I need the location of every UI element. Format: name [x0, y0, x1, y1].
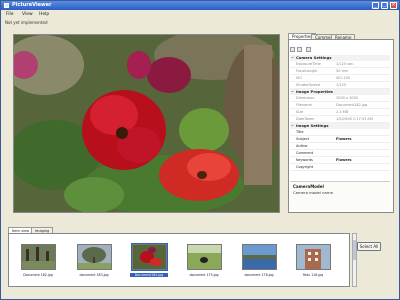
main-image[interactable] [13, 34, 280, 213]
description-text: Camera model name [293, 190, 333, 195]
vertical-scrollbar[interactable] [352, 233, 357, 287]
thumbnail-item[interactable]: document 175.jpg [185, 240, 223, 284]
property-row[interactable]: ISO ISO-100 [290, 75, 390, 82]
select-all-button[interactable]: Select All [357, 242, 381, 251]
building-thumbnail-icon [296, 244, 331, 270]
property-row[interactable]: DateTaken 1/4/2006 2:17:53 AM [290, 116, 390, 123]
thumbnail-item[interactable]: Rotu 116.jpg [294, 240, 332, 284]
menu-help[interactable]: Help [39, 12, 49, 18]
application-window: PictureViewer _ □ × File View Help Not y… [0, 0, 400, 300]
property-row[interactable]: Comment [290, 150, 390, 157]
property-row[interactable]: Author [290, 143, 390, 150]
thumbnail-list: Document 182.jpg document 183.jpg Docume… [8, 233, 350, 287]
property-row[interactable]: Copyright [290, 164, 390, 171]
close-button[interactable]: × [390, 2, 397, 9]
minimize-button[interactable]: _ [372, 2, 379, 9]
window-title: PictureViewer [12, 2, 52, 8]
menu-view[interactable]: View [22, 12, 33, 18]
thumbnail-panel: Item view Imaging Document 182.jpg docum… [8, 227, 390, 289]
thumbnail-item[interactable]: document 176.jpg [240, 240, 278, 284]
property-row[interactable]: Filename Document182.jpg [290, 102, 390, 109]
property-row[interactable]: Subject Flowers [290, 136, 390, 143]
forest-thumbnail-icon [21, 244, 56, 270]
status-text: Not yet implemented [5, 20, 48, 25]
scrollbar-thumb[interactable] [353, 240, 356, 260]
categorized-icon[interactable] [290, 47, 295, 52]
property-row[interactable]: Title [290, 129, 390, 136]
flower-thumbnail-icon [131, 243, 168, 271]
thumbnail-item[interactable]: document 183.jpg [75, 240, 113, 284]
property-row[interactable]: Dimension 3000 x 2000 [290, 95, 390, 102]
property-description: CameraModel Camera model name [290, 181, 390, 210]
title-bar[interactable]: PictureViewer _ □ × [1, 1, 399, 10]
thumbnail-item[interactable]: Document184.jpg [130, 240, 168, 284]
property-pages-icon[interactable] [306, 47, 311, 52]
thumbnail-label: document 183.jpg [79, 273, 109, 277]
property-row[interactable]: FocalLength 50 mm [290, 68, 390, 75]
tree-thumbnail-icon [77, 244, 112, 270]
thumbnail-label: Document 182.jpg [23, 273, 53, 277]
dog-thumbnail-icon [187, 244, 222, 270]
property-grid: − Camera Settings ExposureTime 1/125 sec. … [290, 55, 390, 171]
property-row[interactable]: Keywords Flowers [290, 157, 390, 164]
alphabetical-icon[interactable] [297, 47, 302, 52]
lake-thumbnail-icon [242, 244, 277, 270]
thumbnail-label: document 176.jpg [244, 273, 274, 277]
flower-photo-icon [14, 35, 279, 212]
property-row[interactable]: ExposureTime 1/125 sec. [290, 61, 390, 68]
maximize-button[interactable]: □ [381, 2, 388, 9]
thumbnail-label: Rotu 116.jpg [302, 273, 324, 277]
property-row[interactable]: Size 2.4 MB [290, 109, 390, 116]
property-row[interactable]: ShutterSpeed 1/125 [290, 82, 390, 89]
thumbnail-label: document 175.jpg [189, 273, 219, 277]
description-title: CameraModel [293, 184, 324, 189]
thumbnail-label: Document184.jpg [130, 273, 168, 277]
menu-file[interactable]: File [6, 12, 14, 18]
menu-bar: File View Help [1, 11, 399, 19]
app-icon [4, 3, 9, 8]
thumbnail-item[interactable]: Document 182.jpg [19, 240, 57, 284]
